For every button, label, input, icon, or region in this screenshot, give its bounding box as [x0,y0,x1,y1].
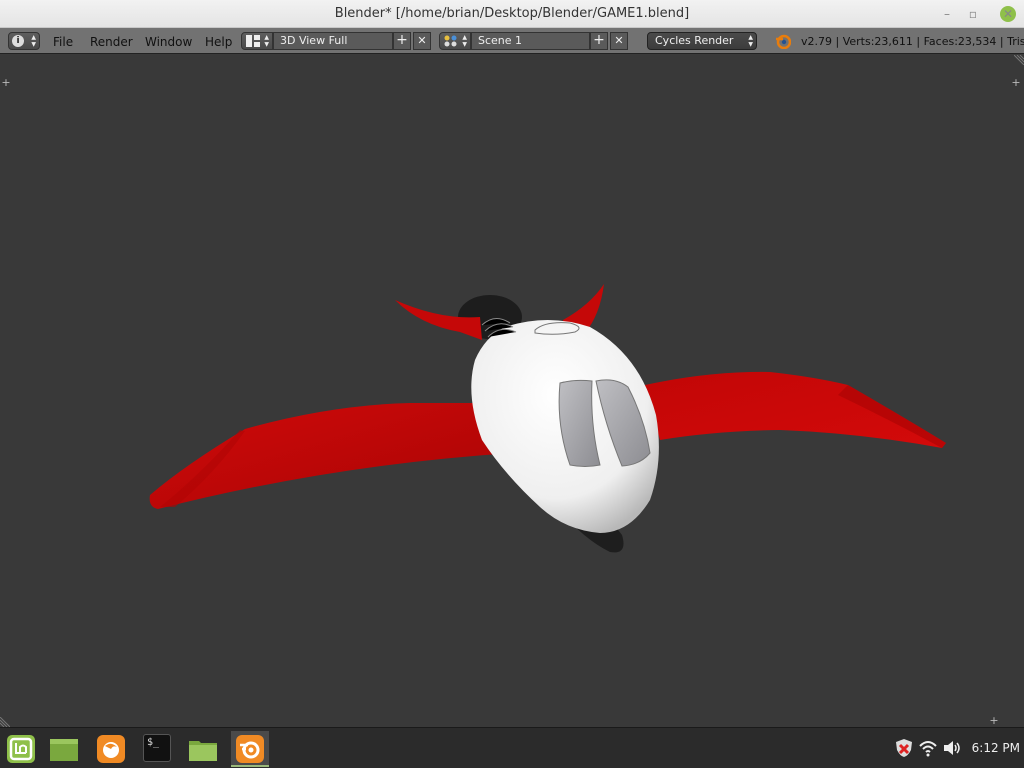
scene-stats: v2.79 | Verts:23,611 | Faces:23,534 | Tr… [801,35,1024,48]
editor-type-selector[interactable]: i ▲ ▼ [8,32,40,50]
render-engine-label: Cycles Render [655,34,734,47]
3d-viewport[interactable]: + + + [0,55,1024,727]
menu-help[interactable]: Help [205,33,232,51]
clock[interactable]: 6:12 PM [972,738,1020,758]
updown-arrows-icon: ▲ ▼ [264,34,269,48]
volume-icon[interactable] [942,738,962,758]
window-title: Blender* [/home/brian/Desktop/Blender/GA… [334,6,690,21]
show-desktop-icon [50,739,78,761]
minimize-button[interactable]: – [936,0,958,28]
firefox-button[interactable] [92,731,130,767]
menu-file[interactable]: File [53,33,73,51]
maximize-button[interactable]: ▫ [962,0,984,28]
airplane-model[interactable] [0,55,1024,727]
window-titlebar: Blender* [/home/brian/Desktop/Blender/GA… [0,0,1024,28]
blender-task-button[interactable] [231,731,269,767]
firefox-icon [97,735,125,763]
security-shield-icon[interactable] [894,738,914,758]
right-wing [645,371,946,448]
terminal-button[interactable]: $_ [138,731,176,767]
info-icon: i [12,35,24,47]
wifi-icon[interactable] [918,738,938,758]
terminal-icon: $_ [143,734,171,762]
scene-field[interactable]: Scene 1 [471,32,590,50]
screen-layout-browse[interactable]: ▲ ▼ [241,32,273,50]
render-engine-select[interactable]: Cycles Render ▲ ▼ [647,32,757,50]
updown-arrows-icon: ▲ ▼ [462,34,467,48]
updown-arrows-icon: ▲ ▼ [748,34,753,48]
show-desktop-button[interactable] [45,731,83,767]
scene-browse[interactable]: ▲ ▼ [439,32,471,50]
info-header: i ▲ ▼ File Render Window Help ▲ ▼ 3D View … [0,28,1024,54]
menu-window[interactable]: Window [145,33,192,51]
blender-icon [236,735,264,763]
layout-grid-icon [246,35,260,47]
blender-logo-icon [776,34,791,49]
mint-menu-button[interactable] [2,731,40,767]
remove-screen-button[interactable]: ✕ [413,32,431,50]
files-button[interactable] [184,731,222,767]
add-scene-button[interactable]: + [590,32,608,50]
remove-scene-button[interactable]: ✕ [610,32,628,50]
taskbar: $_ 6:12 PM [0,727,1024,768]
add-screen-button[interactable]: + [393,32,411,50]
scene-icon [444,35,457,47]
mint-menu-icon [7,735,35,763]
left-wing [149,403,512,509]
updown-arrows-icon: ▲ ▼ [31,34,36,48]
menu-render[interactable]: Render [90,33,133,51]
close-button[interactable]: ✕ [1000,6,1016,22]
screen-layout-field[interactable]: 3D View Full [273,32,393,50]
files-icon [189,741,217,761]
